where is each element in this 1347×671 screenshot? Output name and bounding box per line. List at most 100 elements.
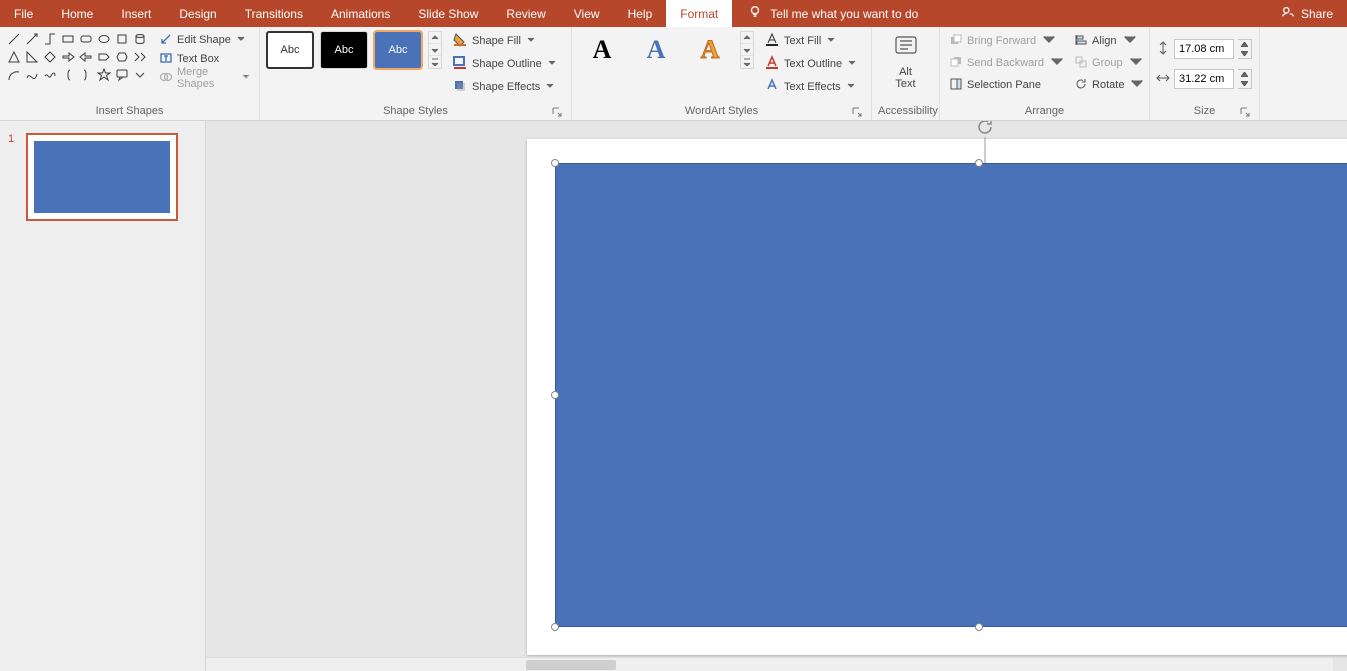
width-spinner[interactable] (1238, 69, 1252, 89)
shape-wave-icon[interactable] (42, 67, 58, 83)
shape-star-icon[interactable] (96, 67, 112, 83)
selection-pane-button[interactable]: Selection Pane (946, 75, 1067, 95)
resize-handle-bl[interactable] (551, 623, 559, 631)
tab-view[interactable]: View (560, 0, 614, 27)
group-size: Size (1150, 27, 1260, 120)
tab-review[interactable]: Review (492, 0, 559, 27)
wordart-gallery-scroll[interactable] (740, 31, 754, 69)
shape-arrow-left-icon[interactable] (78, 49, 94, 65)
shape-pentagon-icon[interactable] (96, 49, 112, 65)
shapes-gallery[interactable] (6, 31, 148, 83)
shape-chevron-icon[interactable] (132, 49, 148, 65)
resize-handle-tl[interactable] (551, 159, 559, 167)
shape-height-input[interactable] (1174, 39, 1234, 59)
wordart-preset-2[interactable]: A (632, 31, 680, 69)
edit-shape-button[interactable]: Edit Shape (156, 31, 253, 49)
shape-outline-button[interactable]: Shape Outline (450, 54, 558, 74)
spinner-up-icon[interactable] (1238, 40, 1251, 49)
slide[interactable] (527, 139, 1347, 655)
merge-shapes-label: Merge Shapes (177, 66, 236, 90)
tab-insert[interactable]: Insert (107, 0, 165, 27)
gallery-more-icon[interactable] (741, 56, 753, 68)
group-label: Group (1092, 57, 1123, 69)
slide-canvas-area[interactable] (206, 121, 1347, 671)
shape-hexagon-icon[interactable] (114, 49, 130, 65)
horizontal-scrollbar[interactable] (206, 657, 1333, 671)
spinner-down-icon[interactable] (1238, 49, 1251, 58)
chevron-down-icon (847, 81, 855, 93)
shape-style-preset-2[interactable]: Abc (320, 31, 368, 69)
group-label-size: Size (1156, 103, 1253, 120)
shape-more-chevron-icon[interactable] (132, 67, 148, 83)
tab-help[interactable]: Help (614, 0, 667, 27)
shape-arc-icon[interactable] (6, 67, 22, 83)
rotate-label: Rotate (1092, 79, 1124, 91)
gallery-down-icon[interactable] (429, 44, 441, 56)
group-insert-shapes: Edit Shape Text Box Merge Shapes Insert … (0, 27, 260, 120)
shape-oval-icon[interactable] (96, 31, 112, 47)
wordart-gallery[interactable]: A A A (578, 31, 734, 69)
tab-home[interactable]: Home (47, 0, 107, 27)
shape-style-preset-1[interactable]: Abc (266, 31, 314, 69)
tab-format[interactable]: Format (666, 0, 732, 27)
slide-thumbnail-panel: 1 (0, 121, 206, 671)
shape-styles-gallery[interactable]: Abc Abc Abc (266, 31, 422, 69)
rotate-button[interactable]: Rotate (1071, 75, 1147, 95)
tab-file[interactable]: File (0, 0, 47, 27)
gallery-up-icon[interactable] (741, 32, 753, 44)
shape-width-input[interactable] (1174, 69, 1234, 89)
tab-slideshow[interactable]: Slide Show (404, 0, 492, 27)
shape-diamond-icon[interactable] (42, 49, 58, 65)
shape-triangle-icon[interactable] (6, 49, 22, 65)
slide-thumbnail-1[interactable] (26, 133, 178, 221)
gallery-down-icon[interactable] (741, 44, 753, 56)
alt-text-icon (892, 33, 920, 64)
dialog-launcher-icon[interactable] (1239, 106, 1251, 118)
spinner-down-icon[interactable] (1238, 79, 1251, 88)
dialog-launcher-icon[interactable] (851, 106, 863, 118)
alt-text-label: Alt Text (895, 66, 915, 90)
lightbulb-icon (748, 5, 762, 22)
resize-handle-bm[interactable] (975, 623, 983, 631)
resize-handle-tm[interactable] (975, 159, 983, 167)
send-backward-label: Send Backward (967, 57, 1044, 69)
wordart-preset-3[interactable]: A (686, 31, 734, 69)
text-effects-button[interactable]: Text Effects (762, 77, 858, 97)
bring-forward-label: Bring Forward (967, 35, 1036, 47)
height-spinner[interactable] (1238, 39, 1252, 59)
spinner-up-icon[interactable] (1238, 70, 1251, 79)
selected-rectangle-shape[interactable] (555, 163, 1347, 627)
shape-fill-button[interactable]: Shape Fill (450, 31, 558, 51)
gallery-scroll[interactable] (428, 31, 442, 69)
shape-style-preset-3[interactable]: Abc (374, 31, 422, 69)
shape-effects-button[interactable]: Shape Effects (450, 77, 558, 97)
shape-connector-icon[interactable] (42, 31, 58, 47)
text-fill-button[interactable]: Text Fill (762, 31, 858, 51)
tab-design[interactable]: Design (165, 0, 230, 27)
shape-rtriangle-icon[interactable] (24, 49, 40, 65)
gallery-more-icon[interactable] (429, 56, 441, 68)
shape-roundrect-icon[interactable] (78, 31, 94, 47)
shape-cylinder-icon[interactable] (132, 31, 148, 47)
share-button[interactable]: Share (1267, 0, 1347, 27)
wordart-preset-1[interactable]: A (578, 31, 626, 69)
tab-transitions[interactable]: Transitions (231, 0, 317, 27)
text-outline-button[interactable]: Text Outline (762, 54, 858, 74)
dialog-launcher-icon[interactable] (551, 106, 563, 118)
resize-handle-ml[interactable] (551, 391, 559, 399)
scrollbar-thumb[interactable] (526, 660, 616, 670)
shape-rect-icon[interactable] (60, 31, 76, 47)
align-button[interactable]: Align (1071, 31, 1147, 51)
gallery-up-icon[interactable] (429, 32, 441, 44)
shape-brace-icon[interactable] (60, 67, 76, 83)
shape-line-arrow-icon[interactable] (24, 31, 40, 47)
alt-text-button[interactable]: Alt Text (886, 31, 926, 92)
shape-brace2-icon[interactable] (78, 67, 94, 83)
shape-arrow-right-icon[interactable] (60, 49, 76, 65)
tab-animations[interactable]: Animations (317, 0, 404, 27)
tell-me-search[interactable]: Tell me what you want to do (732, 0, 918, 27)
shape-line-icon[interactable] (6, 31, 22, 47)
shape-square-icon[interactable] (114, 31, 130, 47)
shape-callout-icon[interactable] (114, 67, 130, 83)
shape-curve-icon[interactable] (24, 67, 40, 83)
